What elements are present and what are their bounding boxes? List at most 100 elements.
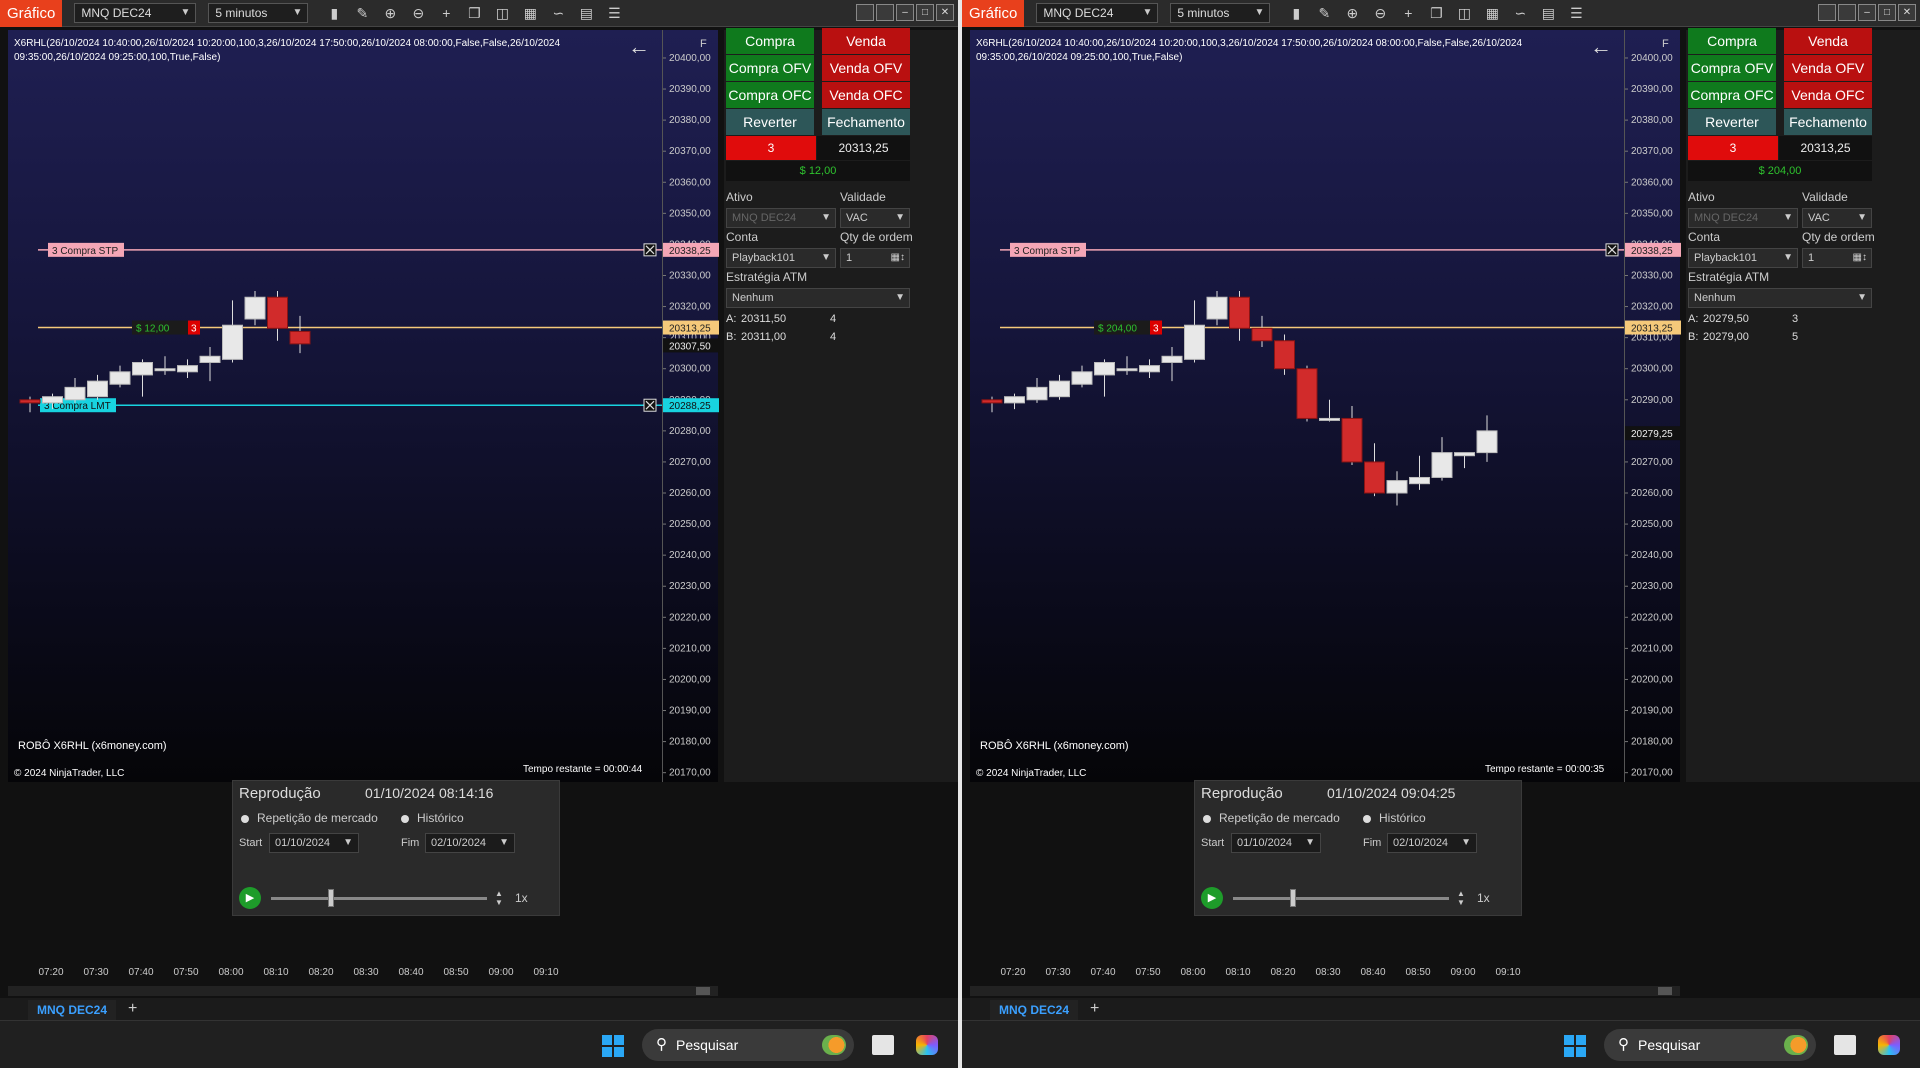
horizontal-scrollbar[interactable] xyxy=(970,986,1680,996)
buy-stop-order-tag[interactable]: 3 Compra STP xyxy=(52,246,118,257)
task-view-icon[interactable] xyxy=(1834,1035,1856,1055)
quantity-stepper[interactable]: 1 ▦↕ xyxy=(1802,248,1872,268)
copy-icon[interactable]: ❐ xyxy=(460,3,488,23)
zoom-in-icon[interactable]: ⊕ xyxy=(1338,3,1366,23)
add-tab-icon[interactable]: + xyxy=(1090,1000,1099,1018)
horizontal-scrollbar[interactable] xyxy=(8,986,718,996)
properties-icon[interactable]: ☰ xyxy=(600,3,628,23)
maximize-button[interactable]: □ xyxy=(1878,4,1896,21)
minimize-button[interactable]: – xyxy=(896,4,914,21)
radio-historical[interactable]: Histórico xyxy=(1363,811,1426,825)
minimize-button[interactable]: – xyxy=(1858,4,1876,21)
timeframe-selector[interactable]: 5 minutos ▼ xyxy=(1170,3,1271,23)
scrollbar-thumb[interactable] xyxy=(1658,987,1672,995)
position-pnl-tag[interactable]: $ 204,00 xyxy=(1098,324,1137,335)
sell-market-button[interactable]: Venda mercac xyxy=(822,28,910,75)
reverse-button[interactable]: Reverter xyxy=(1688,109,1776,135)
close-button[interactable]: ✕ xyxy=(1898,4,1916,21)
atm-strategy-select[interactable]: Nenhum ▼ xyxy=(726,288,910,308)
start-date-picker[interactable]: 01/10/2024 ▼ xyxy=(269,833,359,853)
reverse-button[interactable]: Reverter xyxy=(726,109,814,135)
price-axis[interactable]: 20400,00 20390,00 20380,00 20370,00 20360,00… xyxy=(1624,30,1681,782)
scrollbar-thumb[interactable] xyxy=(696,987,710,995)
chart-trader-icon[interactable]: ◫ xyxy=(1450,3,1478,23)
sell-ofv-button[interactable]: Venda OFV xyxy=(1784,55,1872,81)
speed-slider-thumb[interactable] xyxy=(1290,889,1297,907)
taskbar-search[interactable]: ⚲ Pesquisar xyxy=(642,1029,854,1061)
bars-type-icon[interactable]: ▮ xyxy=(320,3,348,23)
buy-ofc-button[interactable]: Compra OFC xyxy=(1688,82,1776,108)
chart-trader-icon[interactable]: ◫ xyxy=(488,3,516,23)
maximize-button[interactable]: □ xyxy=(916,4,934,21)
play-button[interactable]: ▶ xyxy=(1201,887,1223,909)
price-chart[interactable]: 3 Compra STP $ 12,00 3 3 Compra LMT X6RHL(2… xyxy=(8,30,718,782)
end-date-picker[interactable]: 02/10/2024 ▼ xyxy=(425,833,515,853)
drawing-tool-icon[interactable]: ✎ xyxy=(348,3,376,23)
copilot-icon[interactable] xyxy=(1878,1035,1900,1055)
zoom-out-icon[interactable]: ⊖ xyxy=(404,3,432,23)
indicators-icon[interactable]: ▤ xyxy=(1534,3,1562,23)
copilot-icon[interactable] xyxy=(916,1035,938,1055)
stepper-arrows-icon[interactable]: ▦↕ xyxy=(1853,249,1867,267)
zoom-in-icon[interactable]: ⊕ xyxy=(376,3,404,23)
crosshair-icon[interactable]: + xyxy=(1394,3,1422,23)
templates-icon[interactable]: ▦ xyxy=(1478,3,1506,23)
templates-icon[interactable]: ▦ xyxy=(516,3,544,23)
atm-strategy-select[interactable]: Nenhum ▼ xyxy=(1688,288,1872,308)
drawing-tool-icon[interactable]: ✎ xyxy=(1310,3,1338,23)
tile-icon[interactable] xyxy=(856,4,874,21)
buy-market-button[interactable]: Compra Merc. xyxy=(1688,28,1776,75)
zoom-out-icon[interactable]: ⊖ xyxy=(1366,3,1394,23)
close-button[interactable]: ✕ xyxy=(936,4,954,21)
windows-start-icon[interactable] xyxy=(1564,1035,1586,1057)
buy-ofv-button[interactable]: Compra OFV xyxy=(1688,55,1776,81)
instrument-selector[interactable]: MNQ DEC24 ▼ xyxy=(1036,3,1159,23)
close-position-button[interactable]: Fechamento xyxy=(1784,109,1872,135)
tif-select[interactable]: VAC ▼ xyxy=(1802,208,1872,228)
copy-icon[interactable]: ❐ xyxy=(1422,3,1450,23)
indicators-icon[interactable]: ▤ xyxy=(572,3,600,23)
buy-market-button[interactable]: Compra Merc. xyxy=(726,28,814,75)
instrument-field[interactable]: MNQ DEC24 ▼ xyxy=(726,208,836,228)
time-axis[interactable]: 07:20 07:30 07:40 07:50 08:00 08:10 08:20 08:30… xyxy=(970,962,1680,982)
price-chart[interactable]: 3 Compra STP $ 204,00 3 X6RHL(26/10/2024 1… xyxy=(970,30,1680,782)
instrument-selector[interactable]: MNQ DEC24 ▼ xyxy=(74,3,197,23)
account-select[interactable]: Playback101 ▼ xyxy=(726,248,836,268)
sell-ofc-button[interactable]: Venda OFC xyxy=(822,82,910,108)
speed-stepper-icon[interactable]: ▲ ▼ xyxy=(1457,889,1465,907)
speed-slider[interactable] xyxy=(271,897,487,900)
restore-icon[interactable] xyxy=(1838,4,1856,21)
windows-start-icon[interactable] xyxy=(602,1035,624,1057)
stepper-arrows-icon[interactable]: ▦↕ xyxy=(891,249,905,267)
back-arrow-icon[interactable]: ← xyxy=(628,34,650,60)
crosshair-icon[interactable]: + xyxy=(432,3,460,23)
position-pnl-tag[interactable]: $ 12,00 xyxy=(136,324,170,335)
speed-stepper-icon[interactable]: ▲ ▼ xyxy=(495,889,503,907)
taskbar-search[interactable]: ⚲ Pesquisar xyxy=(1604,1029,1816,1061)
tile-icon[interactable] xyxy=(1818,4,1836,21)
play-button[interactable]: ▶ xyxy=(239,887,261,909)
buy-ofc-button[interactable]: Compra OFC xyxy=(726,82,814,108)
instrument-field[interactable]: MNQ DEC24 ▼ xyxy=(1688,208,1798,228)
quantity-stepper[interactable]: 1 ▦↕ xyxy=(840,248,910,268)
speed-slider-thumb[interactable] xyxy=(328,889,335,907)
account-select[interactable]: Playback101 ▼ xyxy=(1688,248,1798,268)
bars-type-icon[interactable]: ▮ xyxy=(1282,3,1310,23)
end-date-picker[interactable]: 02/10/2024 ▼ xyxy=(1387,833,1477,853)
timeframe-selector[interactable]: 5 minutos ▼ xyxy=(208,3,309,23)
radio-historical[interactable]: Histórico xyxy=(401,811,464,825)
sell-ofv-button[interactable]: Venda OFV xyxy=(822,55,910,81)
buy-ofv-button[interactable]: Compra OFV xyxy=(726,55,814,81)
close-position-button[interactable]: Fechamento xyxy=(822,109,910,135)
sell-market-button[interactable]: Venda mercac xyxy=(1784,28,1872,75)
time-axis[interactable]: 07:20 07:30 07:40 07:50 08:00 08:10 08:20 08:30… xyxy=(8,962,718,982)
start-date-picker[interactable]: 01/10/2024 ▼ xyxy=(1231,833,1321,853)
buy-stop-order-tag[interactable]: 3 Compra STP xyxy=(1014,246,1080,257)
tab-instrument[interactable]: MNQ DEC24 xyxy=(990,1000,1078,1020)
properties-icon[interactable]: ☰ xyxy=(1562,3,1590,23)
strategies-icon[interactable]: ∽ xyxy=(1506,3,1534,23)
radio-market-replay[interactable]: Repetição de mercado xyxy=(1203,811,1340,825)
add-tab-icon[interactable]: + xyxy=(128,1000,137,1018)
tab-instrument[interactable]: MNQ DEC24 xyxy=(28,1000,116,1020)
sell-ofc-button[interactable]: Venda OFC xyxy=(1784,82,1872,108)
